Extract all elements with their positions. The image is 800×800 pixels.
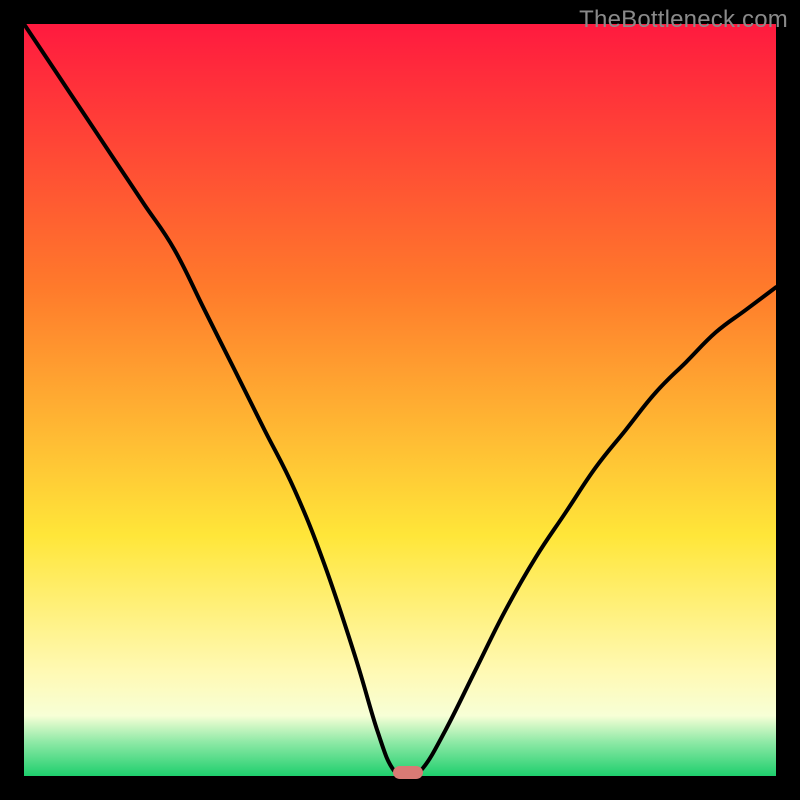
watermark-text: TheBottleneck.com bbox=[579, 6, 788, 34]
plot-area bbox=[24, 24, 776, 776]
minimum-marker bbox=[393, 766, 423, 779]
chart-container: TheBottleneck.com bbox=[0, 0, 800, 800]
curve-line bbox=[24, 24, 776, 776]
